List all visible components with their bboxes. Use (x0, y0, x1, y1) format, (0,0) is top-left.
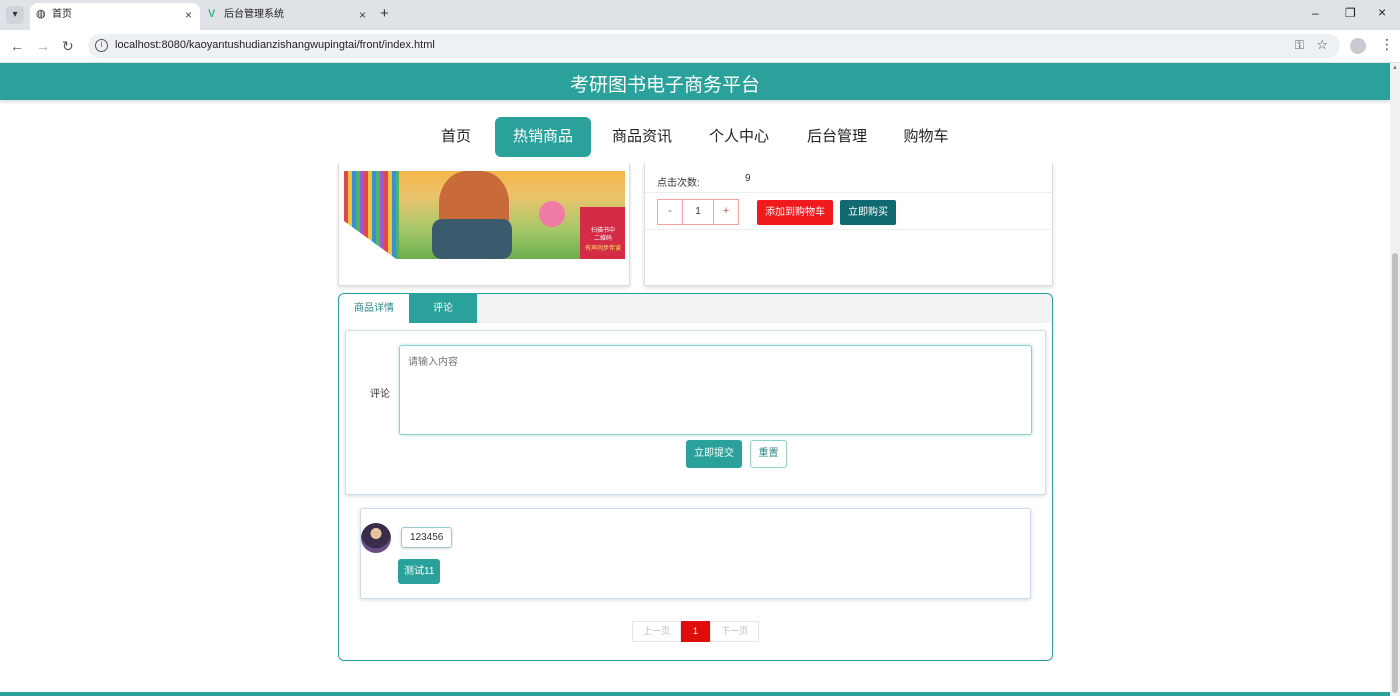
site-header: 考研图书电子商务平台 (0, 63, 1390, 100)
browser-tab-strip: ▾ ◍ 首页 × V 后台管理系统 × + – ❐ × (0, 0, 1400, 30)
profile-avatar-icon[interactable] (1350, 38, 1366, 54)
cover-caption: 扫描书中 二维码 (582, 227, 624, 243)
tab-title: 首页 (52, 9, 72, 20)
submit-comment-button[interactable]: 立即提交 (686, 440, 742, 468)
add-to-cart-button[interactable]: 添加到购物车 (757, 200, 833, 225)
quantity-input[interactable]: 1 (682, 200, 714, 224)
site-title: 考研图书电子商务平台 (569, 75, 760, 96)
cover-caption-line2: 二维码 (593, 236, 612, 242)
tab-search-chevron-icon[interactable]: ▾ (6, 6, 24, 24)
cover-character-body (432, 219, 512, 259)
reload-icon[interactable]: ↻ (62, 38, 74, 55)
comment-content: 测试11 (398, 559, 441, 584)
nav-cart[interactable]: 购物车 (895, 117, 957, 157)
site-info-icon[interactable]: i (95, 39, 108, 52)
comment-item: 123456 测试11 (360, 508, 1031, 599)
reset-comment-button[interactable]: 重置 (750, 440, 787, 468)
decrease-quantity-button[interactable]: - (658, 200, 682, 224)
quantity-stepper: - 1 + (657, 199, 739, 225)
nav-home[interactable]: 首页 (431, 117, 481, 157)
page-viewport: 考研图书电子商务平台 首页 热销商品 商品资讯 个人中心 后台管理 购物车 扫描… (0, 63, 1390, 696)
page-number-current[interactable]: 1 (681, 621, 711, 642)
commenter-avatar (361, 523, 391, 553)
next-page-button[interactable]: 下一页 (710, 621, 760, 642)
close-tab-icon[interactable]: × (185, 3, 192, 27)
comment-form: 评论 立即提交 重置 (345, 330, 1046, 495)
scrollbar-thumb[interactable] (1392, 253, 1398, 693)
pagination: 上一页 1 下一页 (632, 621, 760, 642)
tab-product-detail[interactable]: 商品详情 (339, 294, 409, 323)
restore-window-icon[interactable]: ❐ (1345, 6, 1356, 20)
forward-arrow-icon[interactable]: → (36, 38, 50, 54)
password-key-icon[interactable]: ⚿ (1295, 38, 1304, 53)
new-tab-plus-icon[interactable]: + (380, 5, 389, 22)
product-image-card: 扫描书中 二维码 有声同步伴读 (338, 163, 630, 286)
scroll-up-arrow-icon[interactable]: ▲ (1392, 65, 1398, 71)
purchase-row: - 1 + 添加到购物车 立即购买 (645, 193, 1052, 230)
nav-hot-products[interactable]: 热销商品 (495, 117, 591, 157)
page-scrollbar[interactable]: ▲ (1390, 63, 1400, 696)
tab-title: 后台管理系统 (224, 9, 284, 20)
tabs-header: 商品详情 评论 (339, 294, 1052, 323)
back-arrow-icon[interactable]: ← (10, 38, 24, 54)
cover-flower (539, 201, 565, 227)
comment-field-label: 评论 (370, 389, 390, 400)
nav-product-news[interactable]: 商品资讯 (604, 117, 680, 157)
tab-comments[interactable]: 评论 (409, 294, 477, 323)
prev-page-button[interactable]: 上一页 (632, 621, 682, 642)
close-tab-icon[interactable]: × (359, 3, 366, 27)
vue-logo-icon: V (208, 8, 216, 20)
bookmark-star-icon[interactable]: ☆ (1316, 37, 1328, 53)
globe-icon: ◍ (36, 8, 46, 20)
address-toolbar: ← → ↻ i localhost:8080/kaoyantushudianzi… (0, 30, 1400, 63)
commenter-username: 123456 (401, 527, 453, 548)
product-tabs-panel: 商品详情 评论 评论 立即提交 重置 123456 测试11 上一页 1 下一页 (338, 293, 1053, 661)
main-nav: 首页 热销商品 商品资讯 个人中心 后台管理 购物车 (0, 117, 1390, 157)
url-text[interactable]: localhost:8080/kaoyantushudianzishangwup… (115, 39, 435, 51)
spines-shadow (344, 221, 399, 259)
footer-strip (0, 692, 1390, 696)
click-count-label: 点击次数: (657, 178, 700, 189)
nav-admin[interactable]: 后台管理 (798, 117, 876, 157)
address-bar[interactable]: i localhost:8080/kaoyantushudianzishangw… (88, 34, 1340, 58)
click-count-value: 9 (745, 173, 751, 184)
browser-tab-admin[interactable]: V 后台管理系统 × (202, 3, 374, 30)
close-window-icon[interactable]: × (1378, 4, 1386, 20)
click-count-row: 点击次数: 9 (645, 163, 1052, 193)
buy-now-button[interactable]: 立即购买 (840, 200, 896, 225)
cover-caption-line3: 有声同步伴读 (584, 246, 621, 252)
product-detail-card: 点击次数: 9 - 1 + 添加到购物车 立即购买 (644, 163, 1053, 286)
cover-caption-line1: 扫描书中 (590, 228, 615, 234)
comment-textarea[interactable] (399, 345, 1032, 435)
browser-menu-icon[interactable]: ⋮ (1380, 36, 1394, 53)
increase-quantity-button[interactable]: + (714, 200, 738, 224)
browser-tab-home[interactable]: ◍ 首页 × (30, 3, 200, 30)
minimize-window-icon[interactable]: – (1312, 6, 1319, 20)
product-cover-image: 扫描书中 二维码 有声同步伴读 (344, 171, 625, 259)
nav-personal-center[interactable]: 个人中心 (700, 117, 778, 157)
